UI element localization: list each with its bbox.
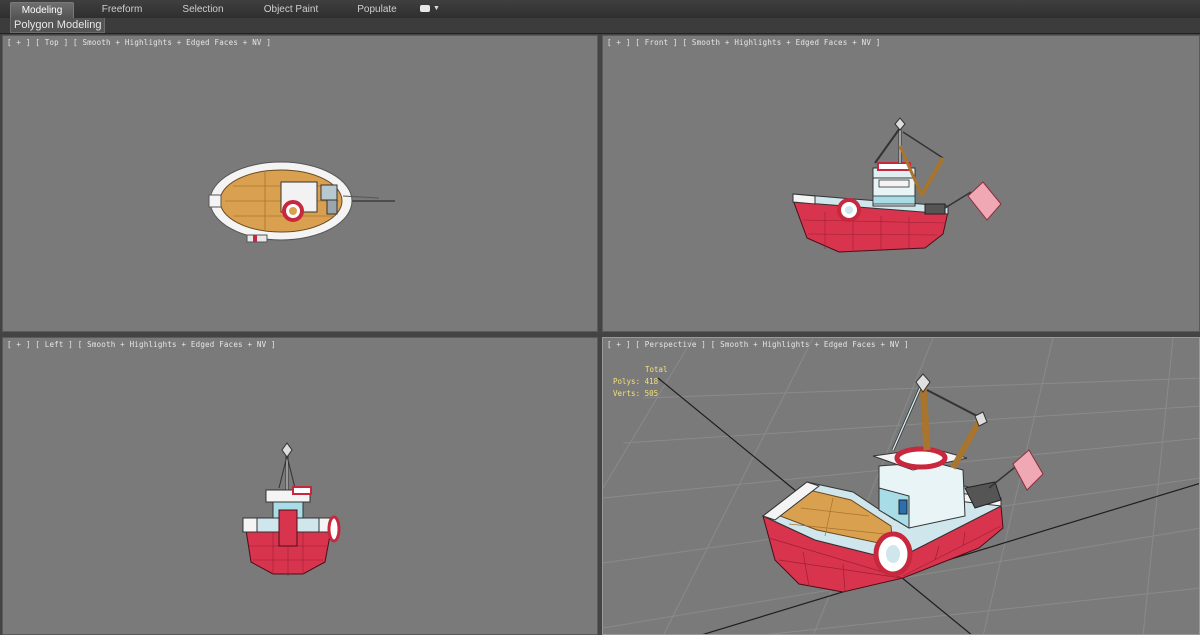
boat-perspective-view xyxy=(603,338,1199,634)
ribbon-bar: Modeling Freeform Selection Object Paint… xyxy=(0,0,1200,19)
viewport-top[interactable]: [ + ] [ Top ] [ Smooth + Highlights + Ed… xyxy=(2,35,598,332)
viewport-perspective[interactable]: [ + ] [ Perspective ] [ Smooth + Highlig… xyxy=(602,337,1200,635)
tab-populate[interactable]: Populate xyxy=(348,2,406,17)
polygon-modeling-panel-toggle[interactable]: Polygon Modeling xyxy=(10,18,106,33)
tab-modeling[interactable]: Modeling xyxy=(10,2,74,18)
toggle-icon xyxy=(420,5,430,12)
boat-top-view xyxy=(208,161,395,243)
boat-left-view xyxy=(242,442,341,576)
ribbon-options-dropdown[interactable]: ▼ xyxy=(420,4,440,14)
chevron-down-icon: ▼ xyxy=(433,5,440,12)
tab-selection[interactable]: Selection xyxy=(172,2,234,17)
viewport-front[interactable]: [ + ] [ Front ] [ Smooth + Highlights + … xyxy=(602,35,1200,332)
viewport-left[interactable]: [ + ] [ Left ] [ Smooth + Highlights + E… xyxy=(2,337,598,635)
boat-front-view xyxy=(792,117,1002,253)
tab-freeform[interactable]: Freeform xyxy=(90,2,154,17)
ribbon-panel-bar: Polygon Modeling xyxy=(0,18,1200,34)
tab-object-paint[interactable]: Object Paint xyxy=(255,2,327,17)
